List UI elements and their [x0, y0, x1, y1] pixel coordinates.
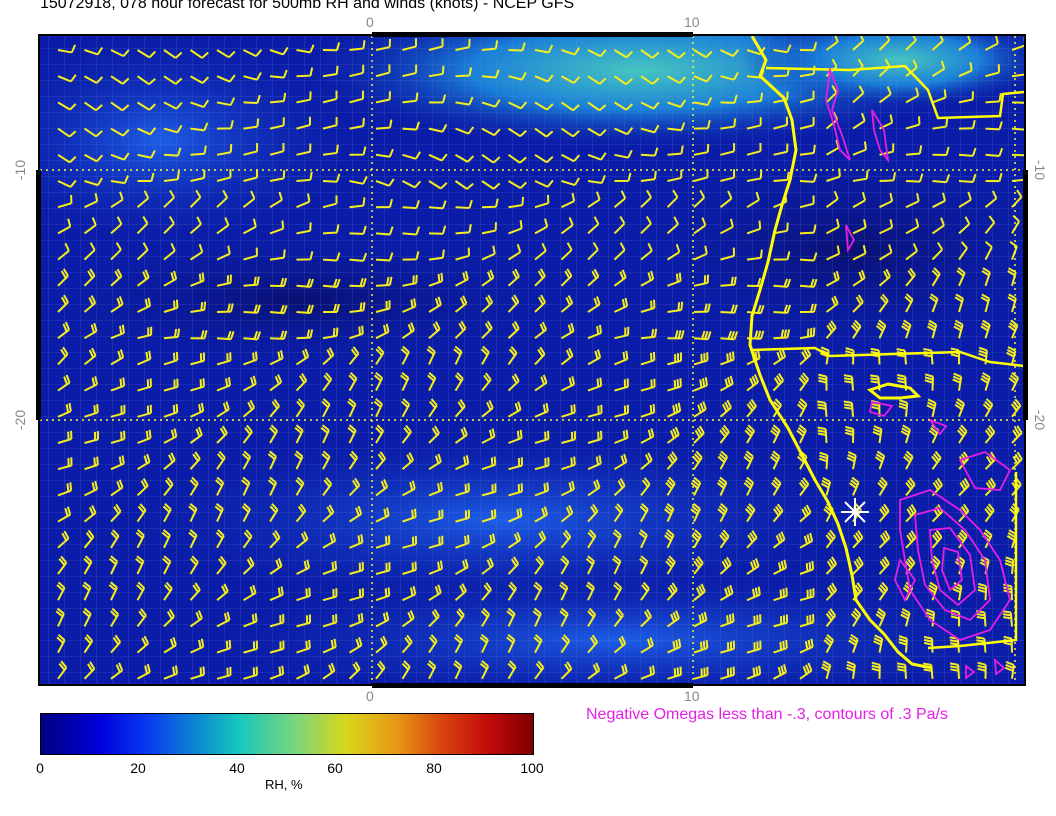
left-tick-minus20: -20 [12, 409, 29, 431]
colorbar-label: 80 [426, 760, 442, 776]
location-star-icon [841, 498, 869, 526]
rh-colorbar [40, 713, 534, 755]
colorbar-label: 40 [229, 760, 245, 776]
rh-field [40, 36, 1024, 684]
bottom-tick-0: 0 [366, 688, 374, 704]
top-tick-10: 10 [684, 14, 700, 30]
colorbar-label: 20 [130, 760, 146, 776]
right-tick-minus10: -10 [1032, 159, 1049, 181]
right-tick-minus20: -20 [1032, 409, 1049, 431]
forecast-map [36, 32, 1028, 688]
colorbar-label: 0 [36, 760, 44, 776]
bottom-tick-10: 10 [684, 688, 700, 704]
colorbar-label: 60 [327, 760, 343, 776]
colorbar-title: RH, % [265, 777, 303, 792]
omega-legend-note: Negative Omegas less than -.3, contours … [586, 706, 948, 723]
top-tick-0: 0 [366, 14, 374, 30]
colorbar-label: 100 [520, 760, 544, 776]
left-tick-minus10: -10 [12, 159, 29, 181]
